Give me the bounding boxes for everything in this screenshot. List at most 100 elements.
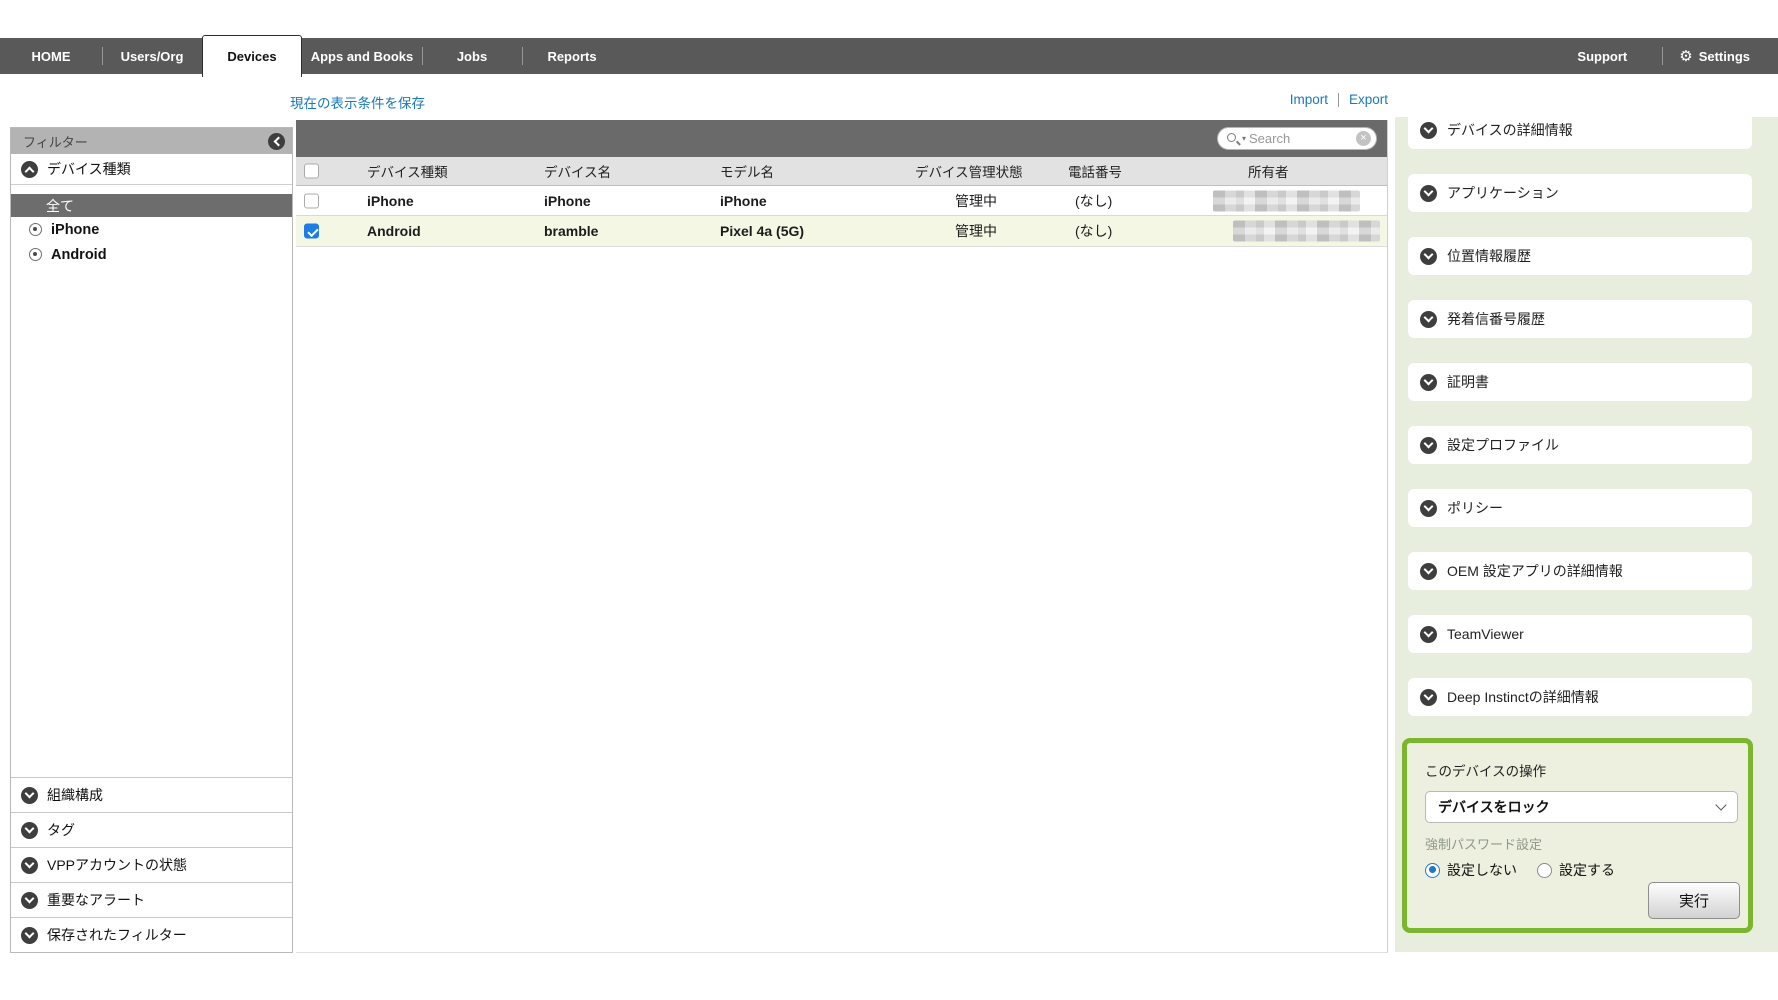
- chevron-down-icon: [21, 822, 38, 839]
- device-table: ▾ × デバイス種類 デバイス名 モデル名 デバイス管理状態 電話番号 所有者 …: [296, 120, 1388, 953]
- device-action-panel: このデバイスの操作 デバイスをロック 強制パスワード設定 設定しない 設定する …: [1402, 738, 1753, 933]
- cell-model: iPhone: [720, 193, 767, 209]
- chevron-down-icon: [1420, 122, 1437, 139]
- section-applications[interactable]: アプリケーション: [1408, 174, 1752, 212]
- chevron-down-icon: [21, 892, 38, 909]
- section-location-history[interactable]: 位置情報履歴: [1408, 237, 1752, 275]
- column-header[interactable]: 所有者: [1248, 161, 1289, 181]
- support-link[interactable]: Support: [1577, 49, 1627, 64]
- section-oem-config[interactable]: OEM 設定アプリの詳細情報: [1408, 552, 1752, 590]
- filter-title: フィルター: [23, 132, 88, 151]
- section-policies[interactable]: ポリシー: [1408, 489, 1752, 527]
- save-current-view-link[interactable]: 現在の表示条件を保存: [290, 92, 425, 112]
- radio-selected-icon[interactable]: [1425, 863, 1440, 878]
- export-link[interactable]: Export: [1349, 92, 1388, 107]
- search-scope-caret-icon[interactable]: ▾: [1242, 134, 1246, 143]
- section-label: ポリシー: [1447, 498, 1503, 518]
- filter-option-label: Android: [51, 247, 107, 263]
- section-label: OEM 設定アプリの詳細情報: [1447, 561, 1623, 581]
- filter-option-label: iPhone: [51, 222, 99, 238]
- force-password-radios: 設定しない 設定する: [1425, 860, 1733, 880]
- cell-phone: (なし): [1075, 191, 1112, 211]
- chevron-down-icon: [1420, 689, 1437, 706]
- column-header[interactable]: デバイス管理状態: [915, 161, 1023, 181]
- chevron-down-icon: [1420, 437, 1437, 454]
- cell-status: 管理中: [955, 191, 997, 211]
- chevron-down-icon: [1420, 248, 1437, 265]
- search-input[interactable]: [1249, 131, 1353, 146]
- chevron-down-icon: [1420, 185, 1437, 202]
- chevron-down-icon: [21, 787, 38, 804]
- column-header[interactable]: デバイス名: [544, 161, 611, 181]
- settings-link[interactable]: Settings: [1699, 49, 1750, 64]
- section-deep-instinct[interactable]: Deep Instinctの詳細情報: [1408, 678, 1752, 716]
- filter-section-label: 保存されたフィルター: [47, 925, 187, 945]
- filter-option-android[interactable]: Android: [11, 242, 292, 267]
- column-header[interactable]: デバイス種類: [367, 161, 448, 181]
- import-link[interactable]: Import: [1290, 92, 1328, 107]
- table-row[interactable]: iPhone iPhone iPhone 管理中 (なし): [296, 186, 1387, 216]
- search-box[interactable]: ▾ ×: [1217, 127, 1377, 150]
- collapse-panel-icon[interactable]: [268, 133, 285, 150]
- divider: [1338, 93, 1339, 107]
- tab-jobs[interactable]: Jobs: [422, 38, 522, 74]
- search-icon: [1226, 132, 1239, 145]
- filter-section-tags[interactable]: タグ: [11, 812, 292, 847]
- tab-users-org[interactable]: Users/Org: [102, 38, 202, 74]
- filter-option-iphone[interactable]: iPhone: [11, 217, 292, 242]
- radio-target-icon: [29, 223, 42, 236]
- clear-search-icon[interactable]: ×: [1356, 131, 1371, 146]
- filter-section-alerts[interactable]: 重要なアラート: [11, 882, 292, 917]
- action-panel-title: このデバイスの操作: [1425, 760, 1733, 780]
- mdm-devices-page: HOME Users/Org Devices Apps and Books Jo…: [0, 0, 1778, 1000]
- filter-option-all[interactable]: 全て: [11, 194, 292, 217]
- cell-owner-redacted: [1233, 221, 1380, 242]
- section-teamviewer[interactable]: TeamViewer: [1408, 615, 1752, 653]
- column-header[interactable]: 電話番号: [1068, 161, 1122, 181]
- section-device-details[interactable]: デバイスの詳細情報: [1408, 117, 1752, 149]
- force-password-label: 強制パスワード設定: [1425, 834, 1733, 853]
- tab-apps-and-books[interactable]: Apps and Books: [302, 38, 422, 74]
- tab-reports[interactable]: Reports: [522, 38, 622, 74]
- row-checkbox[interactable]: [304, 224, 319, 239]
- filter-section-device-type[interactable]: デバイス種類: [11, 154, 292, 185]
- cell-model: Pixel 4a (5G): [720, 223, 804, 239]
- tab-devices[interactable]: Devices: [202, 35, 302, 77]
- filter-section-org[interactable]: 組織構成: [11, 777, 292, 812]
- filter-section-vpp[interactable]: VPPアカウントの状態: [11, 847, 292, 882]
- section-config-profiles[interactable]: 設定プロファイル: [1408, 426, 1752, 464]
- radio-unselected-icon[interactable]: [1537, 863, 1552, 878]
- chevron-down-icon: [1420, 626, 1437, 643]
- radio-target-icon: [29, 248, 42, 261]
- section-label: TeamViewer: [1447, 626, 1524, 642]
- chevron-down-icon: [1420, 563, 1437, 580]
- device-action-select[interactable]: デバイスをロック: [1425, 791, 1738, 823]
- nav-separator: [1662, 47, 1663, 65]
- section-call-history[interactable]: 発着信番号履歴: [1408, 300, 1752, 338]
- cell-status: 管理中: [955, 221, 997, 241]
- filter-section-label: デバイス種類: [47, 159, 131, 179]
- tab-home[interactable]: HOME: [0, 38, 102, 74]
- chevron-down-icon: [1420, 374, 1437, 391]
- chevron-down-icon: [21, 927, 38, 944]
- section-label: 発着信番号履歴: [1447, 309, 1545, 329]
- radio-option-no[interactable]: 設定しない: [1425, 860, 1517, 880]
- row-checkbox[interactable]: [304, 193, 319, 208]
- cell-device-type: Android: [367, 223, 421, 239]
- chevron-down-icon: [1420, 311, 1437, 328]
- cell-phone: (なし): [1075, 221, 1112, 241]
- gear-icon: ⚙: [1679, 49, 1692, 64]
- section-certificates[interactable]: 証明書: [1408, 363, 1752, 401]
- radio-label: 設定しない: [1447, 860, 1517, 880]
- filter-section-saved-filters[interactable]: 保存されたフィルター: [11, 917, 292, 952]
- select-all-checkbox[interactable]: [304, 164, 319, 179]
- cell-device-name: iPhone: [544, 193, 591, 209]
- import-export-links: Import Export: [1290, 92, 1388, 107]
- section-label: 証明書: [1447, 372, 1489, 392]
- filter-section-label: タグ: [47, 820, 75, 840]
- column-header[interactable]: モデル名: [720, 161, 774, 181]
- radio-option-yes[interactable]: 設定する: [1537, 860, 1615, 880]
- table-row-selected[interactable]: Android bramble Pixel 4a (5G) 管理中 (なし): [296, 216, 1387, 247]
- filter-panel-header: フィルター: [11, 128, 292, 154]
- execute-button[interactable]: 実行: [1648, 882, 1740, 919]
